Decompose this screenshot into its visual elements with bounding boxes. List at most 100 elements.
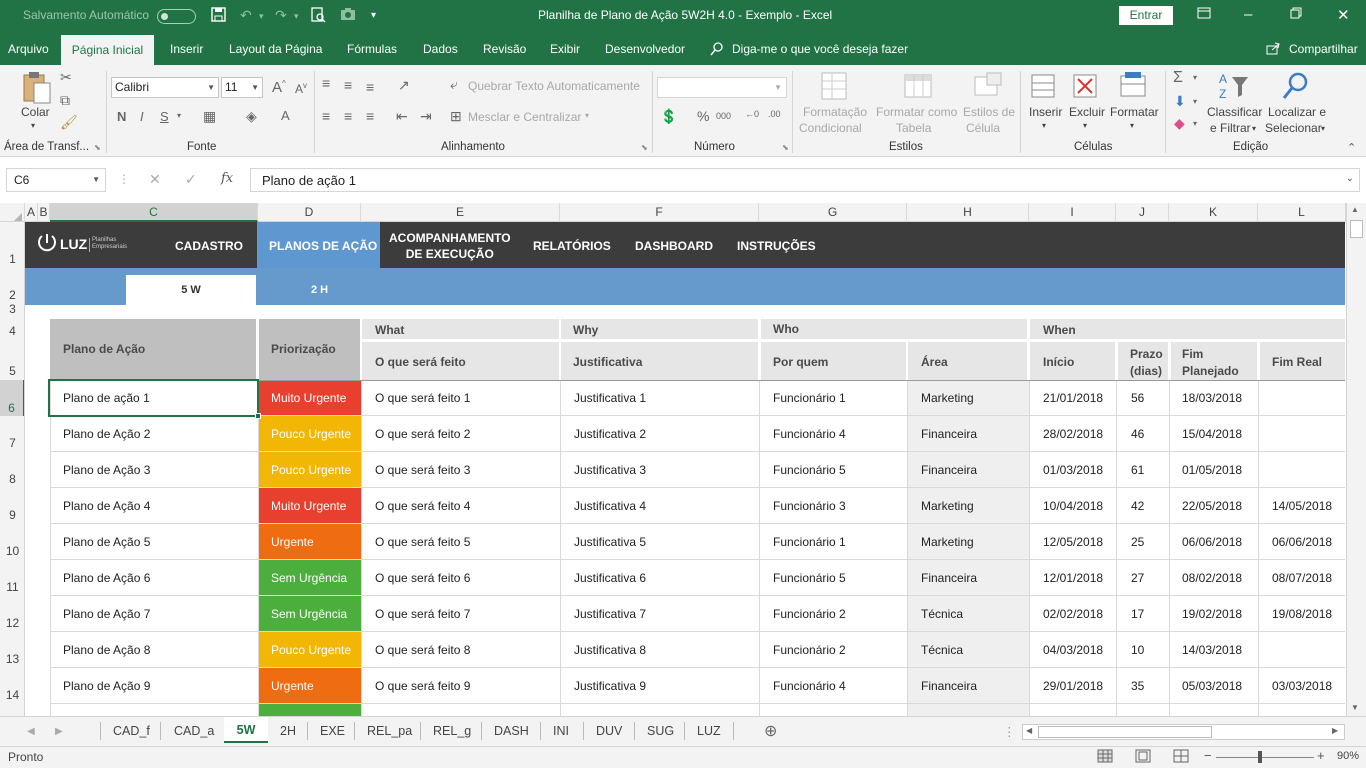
orientation-icon[interactable]: ↗ xyxy=(398,77,410,94)
increase-indent-icon[interactable]: ⇥ xyxy=(420,108,432,125)
cell-priority[interactable]: Muito Urgente xyxy=(258,488,361,524)
tab-5w[interactable]: 5 W xyxy=(126,275,256,305)
tab-scroll-right-icon[interactable]: ▶ xyxy=(55,726,63,737)
increase-decimal-icon[interactable]: ←0 xyxy=(745,109,759,119)
cell-real[interactable]: 03/03/2018 xyxy=(1258,668,1345,704)
fill-color-icon[interactable]: ◈ xyxy=(246,108,257,125)
sheet-tab[interactable]: REL_pa xyxy=(367,724,412,738)
sheet-tab-active[interactable]: 5W xyxy=(224,717,268,743)
column-header[interactable]: C xyxy=(50,203,258,222)
cell-plan[interactable]: Plano de Ação 8 xyxy=(50,632,258,668)
cell-why[interactable]: Justificativa 5 xyxy=(560,524,759,560)
row-header[interactable]: 8 xyxy=(0,472,24,486)
cell-area[interactable]: Marketing xyxy=(907,488,1029,524)
minimize-icon[interactable]: – xyxy=(1244,6,1252,23)
find-select-icon[interactable] xyxy=(1282,71,1310,104)
redo-icon[interactable]: ↷ xyxy=(275,7,287,24)
tab-home[interactable]: Página Inicial xyxy=(61,35,154,65)
vertical-scrollbar[interactable]: ▲ ▼ xyxy=(1346,203,1366,716)
cell-who[interactable]: Funcionário 3 xyxy=(759,488,907,524)
cell-days[interactable]: 46 xyxy=(1116,416,1169,452)
wrap-text-icon[interactable]: ⤶ xyxy=(450,76,458,93)
sign-in-button[interactable]: Entrar xyxy=(1119,6,1173,25)
tab-review[interactable]: Revisão xyxy=(483,42,526,56)
cell-what[interactable]: O que será feito 3 xyxy=(361,452,560,488)
cell-days[interactable]: 42 xyxy=(1116,488,1169,524)
column-header[interactable]: F xyxy=(560,203,759,222)
scroll-up-icon[interactable]: ▲ xyxy=(1351,205,1359,214)
column-header[interactable]: E xyxy=(361,203,560,222)
fill-handle[interactable] xyxy=(255,413,261,419)
cell-planned[interactable]: 22/05/2018 xyxy=(1169,488,1258,524)
shrink-font-icon[interactable]: Av xyxy=(295,81,307,96)
format-as-table-icon[interactable] xyxy=(903,71,933,104)
row-header[interactable]: 13 xyxy=(0,652,24,666)
row-header[interactable]: 10 xyxy=(0,544,24,558)
format-painter-icon[interactable]: 🖌 xyxy=(60,114,78,131)
paste-dropdown-icon[interactable]: ▾ xyxy=(31,121,35,130)
sheet-tab[interactable]: SUG xyxy=(647,724,674,738)
format-button[interactable]: Formatar xyxy=(1110,105,1159,119)
tab-view[interactable]: Exibir xyxy=(550,42,580,56)
column-header[interactable]: H xyxy=(907,203,1029,222)
cell-plan[interactable]: Plano de Ação 2 xyxy=(50,416,258,452)
autosum-dropdown-icon[interactable]: ▾ xyxy=(1193,73,1197,82)
wrap-text-button[interactable]: Quebrar Texto Automaticamente xyxy=(468,79,640,93)
lightbulb-search-icon[interactable] xyxy=(710,42,724,59)
collapse-ribbon-icon[interactable]: ⌃ xyxy=(1347,141,1356,154)
tab-page-layout[interactable]: Layout da Página xyxy=(229,42,322,56)
sheet-tab[interactable]: REL_g xyxy=(433,724,471,738)
clear-icon[interactable]: ◆ xyxy=(1174,115,1185,132)
cell-start[interactable]: 04/03/2018 xyxy=(1029,632,1116,668)
cell-area[interactable]: Marketing xyxy=(907,380,1029,416)
nav-dashboard[interactable]: DASHBOARD xyxy=(635,239,713,253)
cell-start[interactable]: 02/02/2018 xyxy=(1029,596,1116,632)
column-header[interactable]: L xyxy=(1258,203,1346,222)
undo-icon[interactable]: ↶ xyxy=(240,7,252,24)
zoom-slider-thumb[interactable] xyxy=(1258,751,1262,763)
sort-filter-dropdown-icon[interactable]: ▾ xyxy=(1252,124,1256,133)
cell-plan[interactable]: Plano de Ação 7 xyxy=(50,596,258,632)
sheet-tab[interactable]: CAD_f xyxy=(113,724,150,738)
cell-why[interactable]: Justificativa 2 xyxy=(560,416,759,452)
cancel-icon[interactable]: ✕ xyxy=(149,171,161,188)
page-layout-view-icon[interactable] xyxy=(1135,749,1151,766)
cell-area[interactable]: Marketing xyxy=(907,524,1029,560)
conditional-format-button[interactable]: Formatação xyxy=(803,105,867,119)
cell-who[interactable]: Funcionário 4 xyxy=(759,668,907,704)
nav-planos-de-acao[interactable]: PLANOS DE AÇÃO xyxy=(257,222,380,268)
align-bottom-icon[interactable]: ≡ xyxy=(366,79,374,95)
cell-area[interactable]: Financeira xyxy=(907,416,1029,452)
cell-area[interactable]: Técnica xyxy=(907,632,1029,668)
customize-toolbar-icon[interactable]: ▾ xyxy=(371,10,376,21)
clear-dropdown-icon[interactable]: ▾ xyxy=(1193,119,1197,128)
scroll-down-icon[interactable]: ▼ xyxy=(1351,703,1359,712)
share-icon[interactable] xyxy=(1266,42,1281,58)
enter-icon[interactable]: ✓ xyxy=(185,171,197,188)
cell-who[interactable]: Funcionário 4 xyxy=(759,416,907,452)
cell-days[interactable]: 25 xyxy=(1116,524,1169,560)
cell-start[interactable]: 12/05/2018 xyxy=(1029,524,1116,560)
vertical-scroll-thumb[interactable] xyxy=(1350,220,1363,238)
merge-dropdown-icon[interactable]: ▾ xyxy=(585,111,589,120)
cell-area[interactable]: Financeira xyxy=(907,560,1029,596)
delete-button[interactable]: Excluir xyxy=(1069,105,1105,119)
cell-priority[interactable]: Pouco Urgente xyxy=(258,416,361,452)
insert-cells-icon[interactable] xyxy=(1030,71,1058,104)
font-color-icon[interactable]: A xyxy=(281,108,290,123)
cell-why[interactable]: Justificativa 6 xyxy=(560,560,759,596)
number-launcher-icon[interactable]: ⬊ xyxy=(782,143,789,152)
fill-icon[interactable]: ⬇ xyxy=(1174,93,1186,110)
cell-real[interactable] xyxy=(1258,416,1345,452)
select-all-corner[interactable] xyxy=(0,203,25,222)
column-header[interactable]: B xyxy=(38,203,50,222)
nav-instrucoes[interactable]: INSTRUÇÕES xyxy=(737,239,816,253)
tab-developer[interactable]: Desenvolvedor xyxy=(605,42,685,56)
cell-planned[interactable]: 05/03/2018 xyxy=(1169,668,1258,704)
normal-view-icon[interactable] xyxy=(1097,749,1113,766)
tab-scroll-left-icon[interactable]: ◀ xyxy=(27,726,35,737)
cell-planned[interactable]: 19/02/2018 xyxy=(1169,596,1258,632)
clipboard-launcher-icon[interactable]: ⬊ xyxy=(94,143,101,152)
share-button[interactable]: Compartilhar xyxy=(1289,42,1358,56)
cell-why[interactable]: Justificativa 7 xyxy=(560,596,759,632)
